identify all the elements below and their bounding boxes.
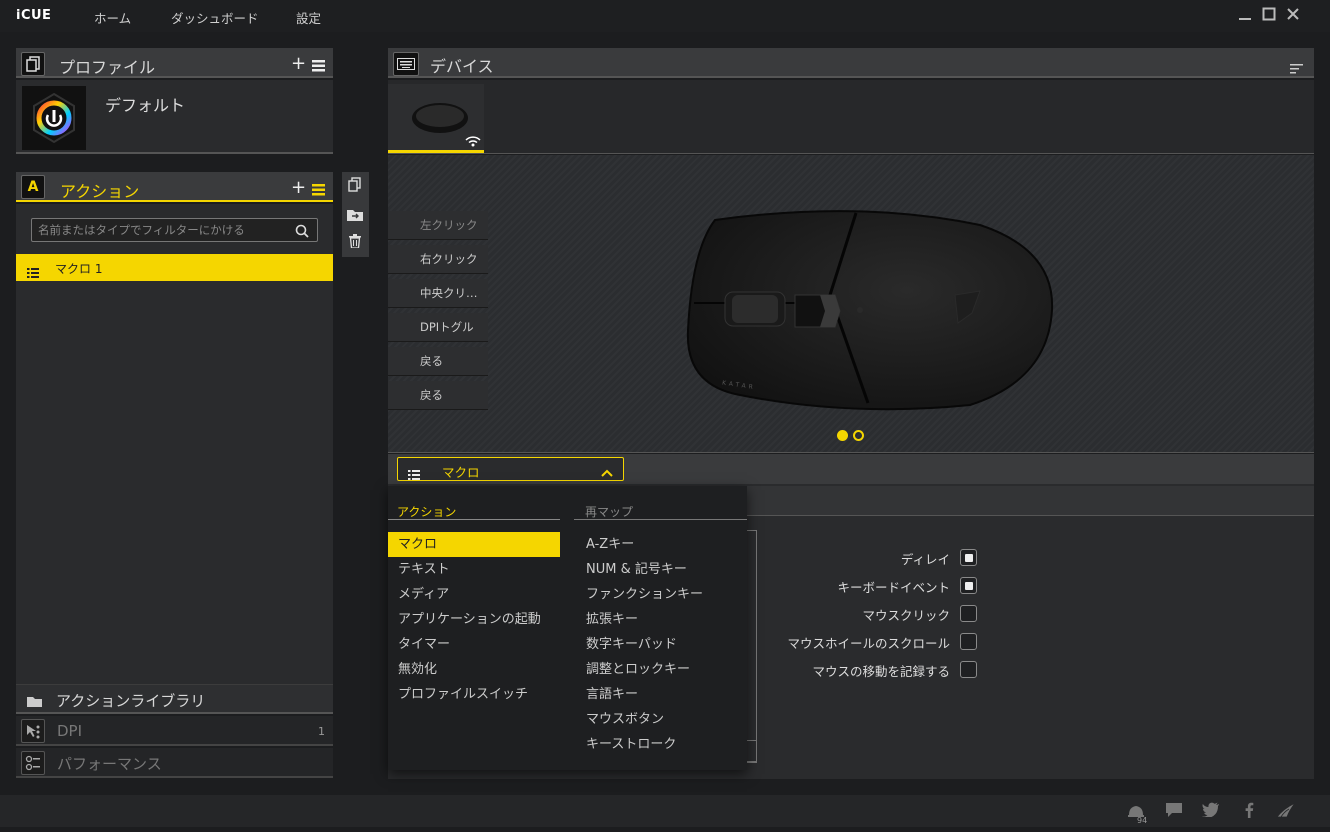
button-back-1[interactable]: 戻る — [388, 347, 488, 376]
profile-logo — [22, 86, 86, 150]
minimize-icon[interactable] — [1237, 7, 1253, 23]
option-mouse-click-checkbox[interactable] — [960, 605, 977, 622]
option-delay-checkbox[interactable] — [960, 549, 977, 566]
action-type-selected: マクロ — [442, 465, 480, 480]
option-mouse-wheel-checkbox[interactable] — [960, 633, 977, 650]
menu-remap-list: A-Zキー NUM & 記号キー ファンクションキー 拡張キー 数字キーパッド … — [576, 532, 747, 757]
chevron-up-icon — [601, 463, 613, 482]
option-mouse-click-label: マウスクリック — [862, 608, 950, 623]
button-list: 左クリック 右クリック 中央クリ… DPIトグル 戻る 戻る — [388, 211, 488, 410]
macro-type-icon — [408, 465, 420, 484]
devices-title: デバイス — [430, 57, 494, 76]
menu-item-keystroke[interactable]: キーストローク — [576, 732, 747, 757]
corsair-logo-icon[interactable] — [1275, 801, 1297, 823]
editor-subheader — [745, 486, 1314, 516]
mouse-image: KATAR — [686, 210, 1054, 411]
search-icon[interactable] — [295, 223, 309, 242]
profile-name: デフォルト — [105, 96, 186, 115]
profiles-icon — [21, 52, 45, 76]
notifications-icon[interactable]: 94 — [1126, 801, 1148, 825]
maximize-icon[interactable] — [1261, 7, 1277, 23]
menu-item-profile-switch[interactable]: プロファイルスイッチ — [388, 682, 560, 707]
twitter-icon[interactable] — [1200, 802, 1222, 824]
menu-item-macro[interactable]: マクロ — [388, 532, 560, 557]
menu-item-az-keys[interactable]: A-Zキー — [576, 532, 747, 557]
menu-item-disable[interactable]: 無効化 — [388, 657, 560, 682]
button-middle-click[interactable]: 中央クリ… — [388, 279, 488, 308]
action-item-label: マクロ 1 — [55, 262, 103, 276]
carousel-dot-1[interactable] — [837, 430, 848, 441]
option-delay-label: ディレイ — [900, 552, 950, 567]
facebook-icon[interactable] — [1238, 802, 1260, 824]
dpi-title: DPI — [57, 722, 83, 740]
add-action-icon[interactable]: + — [291, 177, 306, 198]
button-left-click[interactable]: 左クリック — [388, 211, 488, 240]
option-mouse-move-label: マウスの移動を記録する — [812, 664, 950, 679]
app-logo: iCUE — [16, 8, 52, 23]
trash-icon[interactable] — [349, 233, 361, 252]
menu-remap-header: 再マップ — [574, 503, 747, 520]
close-icon[interactable] — [1285, 7, 1301, 23]
menu-actions-list: マクロ テキスト メディア アプリケーションの起動 タイマー 無効化 プロファイ… — [388, 532, 560, 707]
menu-item-launch-app[interactable]: アプリケーションの起動 — [388, 607, 560, 632]
menu-item-function-keys[interactable]: ファンクションキー — [576, 582, 747, 607]
actions-icon: A — [21, 175, 45, 199]
device-strip — [388, 80, 1314, 154]
option-keyboard-events-checkbox[interactable] — [960, 577, 977, 594]
dpi-icon — [21, 719, 45, 743]
performance-title: パフォーマンス — [57, 755, 162, 773]
nav-home[interactable]: ホーム — [94, 8, 131, 27]
copy-icon[interactable] — [348, 177, 362, 196]
actions-title: アクション — [60, 182, 140, 201]
wireless-icon — [465, 136, 481, 147]
performance-icon — [21, 751, 45, 775]
macro-list-icon — [27, 263, 39, 282]
menu-actions-header: アクション — [388, 503, 560, 520]
devices-menu-icon[interactable] — [1290, 59, 1304, 78]
menu-item-numpad[interactable]: 数字キーパッド — [576, 632, 747, 657]
keyboard-icon — [393, 52, 419, 76]
action-library-title: アクションライブラリ — [56, 692, 206, 710]
actions-menu-icon[interactable] — [312, 181, 326, 200]
action-filter-field[interactable] — [31, 218, 318, 242]
profiles-menu-icon[interactable] — [312, 57, 326, 76]
import-icon[interactable] — [347, 206, 363, 225]
action-filter-input[interactable] — [32, 219, 287, 241]
mouse-thumbnail — [412, 103, 468, 133]
menu-item-adjust-lock-keys[interactable]: 調整とロックキー — [576, 657, 747, 682]
devices-header — [388, 48, 1314, 78]
folder-icon — [27, 692, 42, 711]
nav-dashboard[interactable]: ダッシュボード — [171, 8, 259, 27]
chat-icon[interactable] — [1163, 802, 1185, 824]
button-back-2[interactable]: 戻る — [388, 381, 488, 410]
menu-item-timer[interactable]: タイマー — [388, 632, 560, 657]
profiles-title: プロファイル — [59, 58, 156, 77]
nav-settings[interactable]: 設定 — [296, 8, 321, 27]
button-right-click[interactable]: 右クリック — [388, 245, 488, 274]
menu-item-language-keys[interactable]: 言語キー — [576, 682, 747, 707]
add-profile-icon[interactable]: + — [291, 53, 306, 74]
notification-count: 94 — [1137, 816, 1148, 825]
dpi-value: 1 — [318, 725, 325, 738]
menu-item-num-symbol-keys[interactable]: NUM & 記号キー — [576, 557, 747, 582]
button-dpi-toggle[interactable]: DPIトグル — [388, 313, 488, 342]
device-tab-mouse[interactable] — [388, 84, 484, 153]
menu-item-mouse-buttons[interactable]: マウスボタン — [576, 707, 747, 732]
option-mouse-wheel-label: マウスホイールのスクロール — [787, 636, 950, 651]
carousel-dot-2[interactable] — [853, 430, 864, 441]
action-type-dropdown[interactable]: マクロ — [397, 457, 624, 481]
menu-item-extended-keys[interactable]: 拡張キー — [576, 607, 747, 632]
menu-item-text[interactable]: テキスト — [388, 557, 560, 582]
option-keyboard-events-label: キーボードイベント — [837, 580, 950, 595]
option-mouse-move-checkbox[interactable] — [960, 661, 977, 678]
menu-item-media[interactable]: メディア — [388, 582, 560, 607]
